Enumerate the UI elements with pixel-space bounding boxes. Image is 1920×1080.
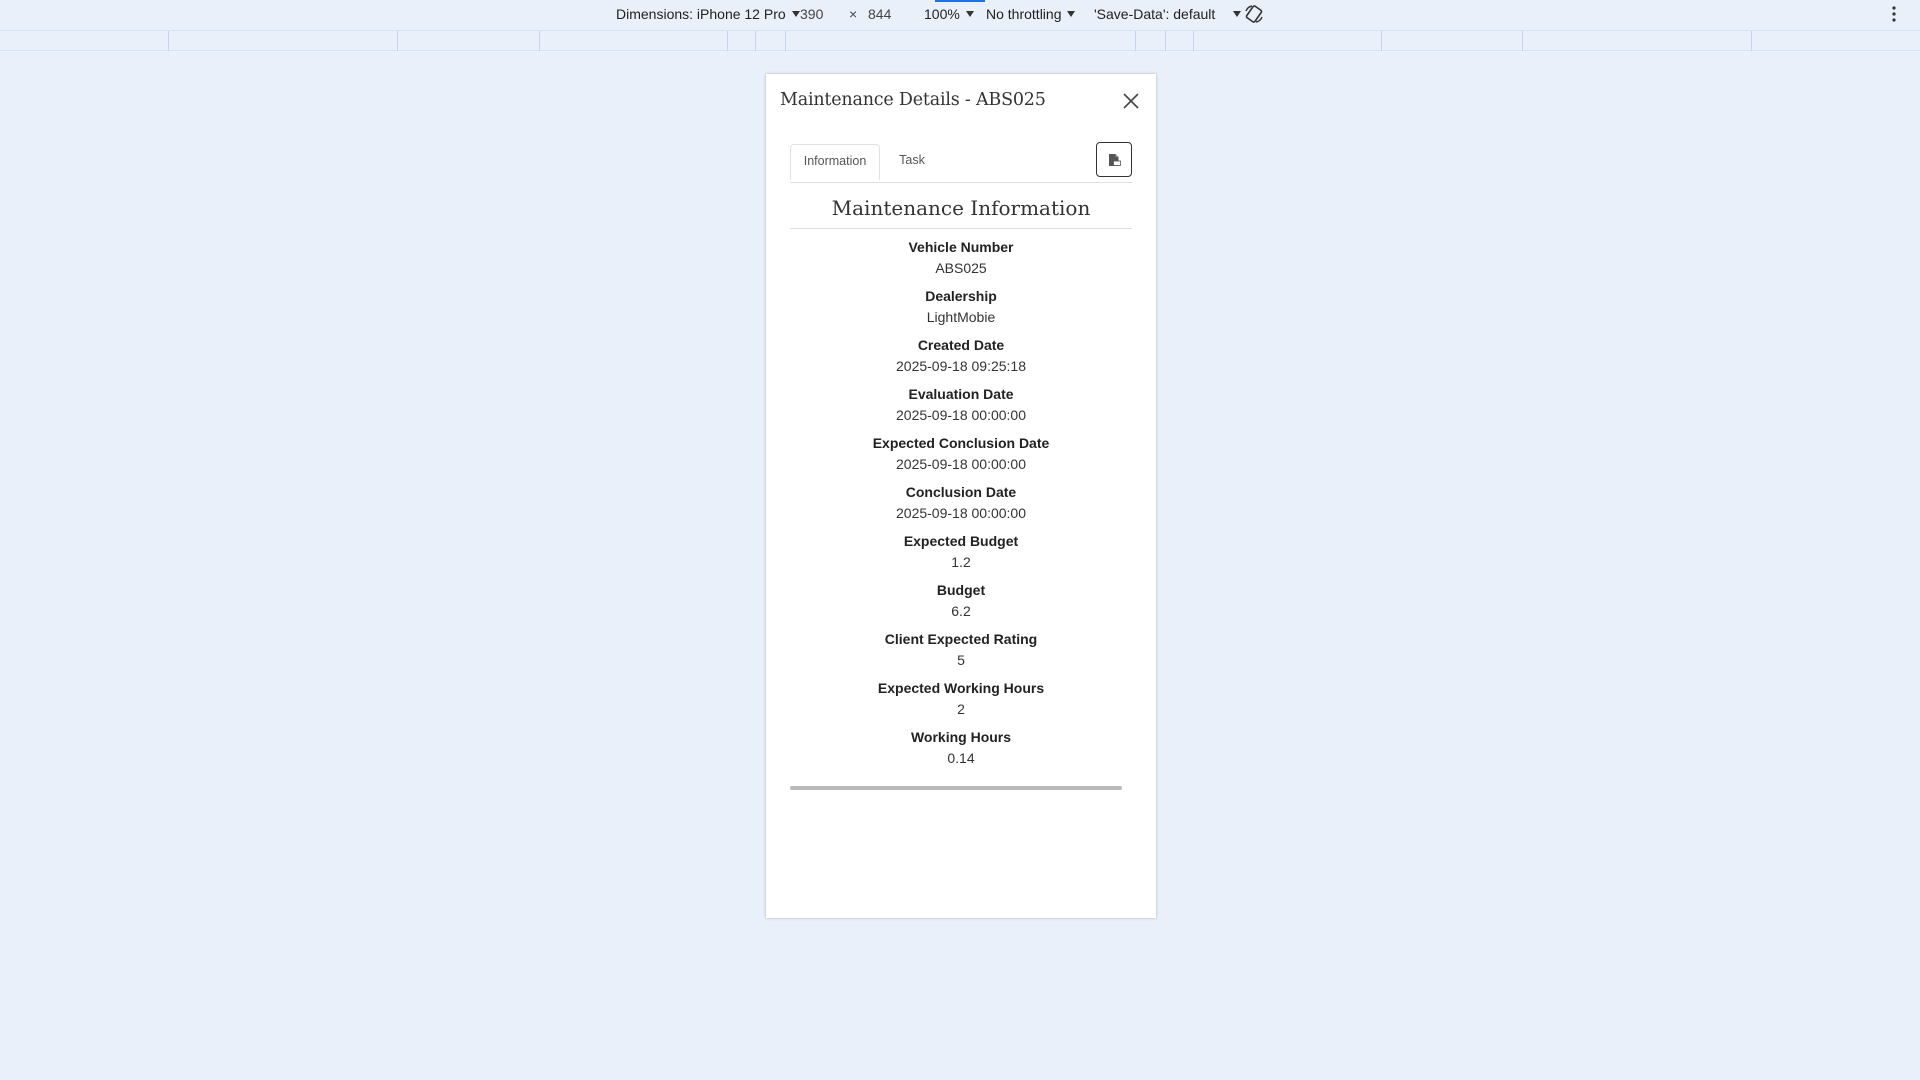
field-label: Expected Budget bbox=[903, 533, 1019, 549]
dimensions-caret-icon bbox=[791, 11, 800, 17]
throttling-select[interactable]: No throttling bbox=[986, 6, 1076, 22]
field-created-date: Created Date 2025-09-18 09:25:18 bbox=[790, 336, 1132, 385]
field-label: Created Date bbox=[917, 337, 1005, 353]
ruler-tick bbox=[755, 31, 756, 51]
field-value: 1.2 bbox=[951, 554, 971, 570]
save-data-caret-icon bbox=[1233, 11, 1242, 17]
export-pdf-button[interactable] bbox=[1096, 142, 1132, 177]
field-dealership: Dealership LightMobie bbox=[790, 287, 1132, 336]
field-label: Working Hours bbox=[910, 729, 1012, 745]
section-title: Maintenance Information bbox=[831, 196, 1091, 220]
field-vehicle-number: Vehicle Number ABS025 bbox=[790, 238, 1132, 287]
horizontal-scrollbar[interactable] bbox=[790, 786, 1122, 790]
field-value: 2 bbox=[957, 701, 965, 717]
details-list: Vehicle Number ABS025 Dealership LightMo… bbox=[790, 238, 1132, 777]
tab-list: Information Task bbox=[790, 142, 1132, 183]
rotate-icon[interactable] bbox=[1243, 3, 1265, 25]
field-label: Expected Conclusion Date bbox=[872, 435, 1050, 451]
dimensions-select[interactable]: Dimensions: iPhone 12 Pro bbox=[616, 6, 800, 22]
ruler-tick bbox=[1165, 31, 1166, 51]
field-value: 6.2 bbox=[951, 603, 971, 619]
save-data-select[interactable]: 'Save-Data': default bbox=[1094, 6, 1242, 22]
media-query-ruler[interactable] bbox=[0, 30, 1920, 51]
field-value: 2025-09-18 00:00:00 bbox=[896, 456, 1026, 472]
save-data-label: 'Save-Data': default bbox=[1094, 6, 1216, 22]
field-evaluation-date: Evaluation Date 2025-09-18 00:00:00 bbox=[790, 385, 1132, 434]
field-value: LightMobie bbox=[926, 309, 996, 325]
close-icon[interactable] bbox=[1120, 90, 1142, 112]
pdf-file-icon bbox=[1109, 153, 1121, 166]
toolbar-active-indicator bbox=[935, 0, 985, 2]
field-working-hours: Working Hours 0.14 bbox=[790, 728, 1132, 777]
field-label: Vehicle Number bbox=[908, 239, 1014, 255]
kebab-menu-icon[interactable] bbox=[1891, 4, 1897, 24]
ruler-tick bbox=[785, 31, 786, 51]
field-budget: Budget 6.2 bbox=[790, 581, 1132, 630]
ruler-tick bbox=[1381, 31, 1382, 51]
height-input[interactable]: 844 bbox=[868, 6, 891, 22]
field-value: 0.14 bbox=[947, 750, 975, 766]
modal-title: Maintenance Details - ABS025 bbox=[780, 90, 1046, 110]
throttling-label: No throttling bbox=[986, 6, 1062, 22]
field-expected-conclusion-date: Expected Conclusion Date 2025-09-18 00:0… bbox=[790, 434, 1132, 483]
field-expected-working-hours: Expected Working Hours 2 bbox=[790, 679, 1132, 728]
ruler-tick bbox=[727, 31, 728, 51]
field-value: ABS025 bbox=[935, 260, 987, 276]
field-value: 2025-09-18 00:00:00 bbox=[896, 505, 1026, 521]
section-divider bbox=[790, 228, 1132, 229]
ruler-tick bbox=[1522, 31, 1523, 51]
field-conclusion-date: Conclusion Date 2025-09-18 00:00:00 bbox=[790, 483, 1132, 532]
field-label: Expected Working Hours bbox=[877, 680, 1045, 696]
tab-information[interactable]: Information bbox=[790, 144, 880, 180]
dimension-separator: × bbox=[849, 6, 858, 22]
ruler-tick bbox=[539, 31, 540, 51]
ruler-tick bbox=[1751, 31, 1752, 51]
field-label: Dealership bbox=[925, 288, 997, 304]
ruler-tick bbox=[1193, 31, 1194, 51]
field-label: Conclusion Date bbox=[905, 484, 1017, 500]
field-value: 2025-09-18 09:25:18 bbox=[896, 358, 1026, 374]
throttling-caret-icon bbox=[1067, 11, 1076, 17]
zoom-select[interactable]: 100% bbox=[924, 6, 974, 22]
modal-header: Maintenance Details - ABS025 bbox=[780, 90, 1142, 120]
field-client-expected-rating: Client Expected Rating 5 bbox=[790, 630, 1132, 679]
device-viewport: Maintenance Details - ABS025 Information… bbox=[766, 74, 1156, 918]
field-value: 2025-09-18 00:00:00 bbox=[896, 407, 1026, 423]
zoom-caret-icon bbox=[965, 11, 974, 17]
field-label: Client Expected Rating bbox=[884, 631, 1038, 647]
tab-task[interactable]: Task bbox=[882, 144, 942, 179]
dimensions-label: Dimensions: iPhone 12 Pro bbox=[616, 6, 786, 22]
ruler-tick bbox=[1135, 31, 1136, 51]
field-label: Budget bbox=[936, 582, 986, 598]
ruler-tick bbox=[168, 31, 169, 51]
field-expected-budget: Expected Budget 1.2 bbox=[790, 532, 1132, 581]
zoom-label: 100% bbox=[924, 6, 960, 22]
ruler-tick bbox=[397, 31, 398, 51]
field-label: Evaluation Date bbox=[908, 386, 1014, 402]
device-toolbar: Dimensions: iPhone 12 Pro 390 × 844 100%… bbox=[0, 0, 1920, 30]
field-value: 5 bbox=[957, 652, 965, 668]
width-input[interactable]: 390 bbox=[800, 6, 823, 22]
